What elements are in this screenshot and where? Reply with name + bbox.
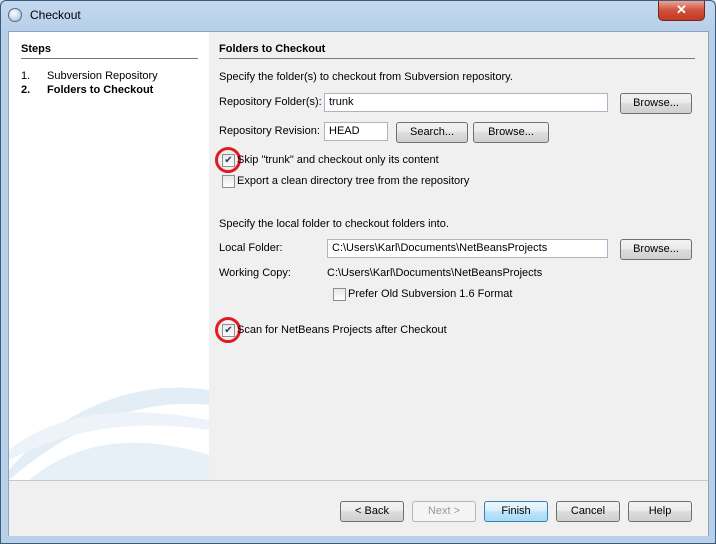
local-folder-intro-text: Specify the local folder to checkout fol… xyxy=(219,218,449,230)
step-item-2-current: 2. Folders to Checkout xyxy=(21,84,153,96)
repository-folder-label: Repository Folder(s): xyxy=(219,96,322,108)
button-bar: < Back Next > Finish Cancel Help xyxy=(9,480,708,536)
repository-folder-input[interactable]: trunk xyxy=(324,93,608,112)
app-icon xyxy=(8,8,22,22)
skip-trunk-label: Skip "trunk" and checkout only its conte… xyxy=(237,154,439,166)
repository-revision-label: Repository Revision: xyxy=(219,125,320,137)
page-title: Folders to Checkout xyxy=(219,43,326,55)
dialog-content: Steps 1. Subversion Repository 2. Folders … xyxy=(8,31,709,536)
export-clean-label: Export a clean directory tree from the r… xyxy=(237,175,470,187)
checkout-dialog: Checkout ✕ Steps 1. Subversion Repository… xyxy=(0,0,716,544)
step-number: 2. xyxy=(21,84,31,96)
browse-repository-button[interactable]: Browse... xyxy=(620,93,692,114)
heading-divider xyxy=(219,58,695,59)
next-button[interactable]: Next > xyxy=(412,501,476,522)
cancel-button[interactable]: Cancel xyxy=(556,501,620,522)
repository-intro-text: Specify the folder(s) to checkout from S… xyxy=(219,71,513,83)
steps-panel: Steps 1. Subversion Repository 2. Folders … xyxy=(9,32,209,480)
step-item-1: 1. Subversion Repository xyxy=(21,70,158,82)
browse-revision-button[interactable]: Browse... xyxy=(473,122,549,143)
export-clean-checkbox[interactable] xyxy=(222,175,235,188)
help-button[interactable]: Help xyxy=(628,501,692,522)
back-button[interactable]: < Back xyxy=(340,501,404,522)
window-title: Checkout xyxy=(30,8,81,22)
step-number: 1. xyxy=(21,70,31,82)
working-copy-value: C:\Users\Karl\Documents\NetBeansProjects xyxy=(327,267,543,279)
finish-button[interactable]: Finish xyxy=(484,501,548,522)
repository-revision-input[interactable]: HEAD xyxy=(324,122,388,141)
title-bar: Checkout ✕ xyxy=(1,1,715,31)
working-copy-label: Working Copy: xyxy=(219,267,291,279)
prefer-old-format-label: Prefer Old Subversion 1.6 Format xyxy=(348,288,513,300)
steps-divider xyxy=(21,58,198,59)
local-folder-label: Local Folder: xyxy=(219,242,283,254)
browse-local-folder-button[interactable]: Browse... xyxy=(620,239,692,260)
steps-title: Steps xyxy=(21,43,51,55)
step-label: Folders to Checkout xyxy=(47,84,154,96)
step-label: Subversion Repository xyxy=(47,70,158,82)
prefer-old-format-checkbox[interactable] xyxy=(333,288,346,301)
local-folder-input[interactable]: C:\Users\Karl\Documents\NetBeansProjects xyxy=(327,239,608,258)
decorative-swoosh xyxy=(9,387,209,480)
scan-projects-label: Scan for NetBeans Projects after Checkou… xyxy=(237,324,447,336)
search-revision-button[interactable]: Search... xyxy=(396,122,468,143)
close-button[interactable]: ✕ xyxy=(658,1,705,21)
main-panel: Folders to Checkout Specify the folder(s… xyxy=(209,32,708,480)
